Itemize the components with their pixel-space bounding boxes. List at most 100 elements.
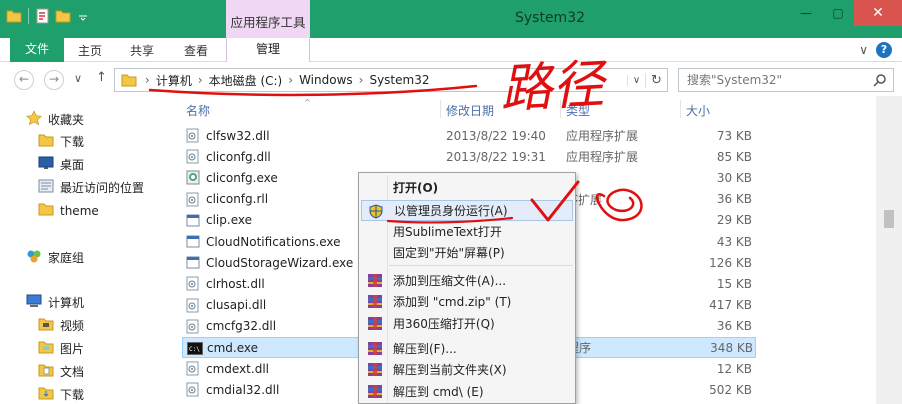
- context-menu: 打开(O) 以管理员身份运行(A) 用SublimeText打开 固定到"开始"屏幕(…: [358, 172, 576, 404]
- exe-file-icon: [186, 213, 200, 228]
- file-size: 15 KB: [716, 276, 752, 291]
- menu-item-label: 用360压缩打开(Q): [393, 317, 495, 331]
- sidebar-item-documents[interactable]: 文档: [38, 363, 84, 380]
- dll-file-icon: [186, 298, 200, 313]
- close-button[interactable]: ✕: [854, 0, 902, 26]
- sidebar-item-label: 下载: [60, 135, 85, 149]
- winrar-icon: [367, 384, 383, 399]
- ctx-extract-here[interactable]: 解压到当前文件夹(X): [361, 359, 573, 380]
- ctx-add-to-cmd-zip[interactable]: 添加到 "cmd.zip" (T): [361, 291, 573, 312]
- column-header-name[interactable]: 名称: [186, 102, 210, 119]
- vertical-scrollbar[interactable]: [876, 96, 902, 404]
- sidebar-item-favorites[interactable]: 收藏夹: [26, 110, 84, 129]
- tab-manage[interactable]: 管理: [226, 38, 310, 62]
- column-header-date[interactable]: 修改日期: [446, 102, 494, 119]
- breadcrumb-separator[interactable]: ›: [145, 73, 150, 87]
- sidebar-item-label: 家庭组: [48, 251, 85, 265]
- sidebar-item-videos[interactable]: 视频: [38, 317, 84, 334]
- file-row[interactable]: clfsw32.dll 2013/8/22 19:40 应用程序扩展 73 KB: [182, 125, 756, 146]
- file-name: clfsw32.dll: [206, 128, 270, 143]
- address-dropdown-button[interactable]: ∨: [627, 74, 645, 86]
- maximize-button[interactable]: ▢: [822, 0, 854, 26]
- sidebar-item-computer[interactable]: 计算机: [26, 294, 84, 311]
- sidebar-item-downloads[interactable]: 下载: [38, 133, 84, 150]
- refresh-button[interactable]: ↻: [645, 72, 667, 88]
- sidebar-item-desktop[interactable]: 桌面: [38, 156, 84, 173]
- ctx-add-to-archive[interactable]: 添加到压缩文件(A)...: [361, 270, 573, 291]
- chevron-down-icon[interactable]: [75, 8, 91, 24]
- breadcrumb-separator[interactable]: ›: [288, 73, 293, 87]
- file-name: cmd.exe: [207, 340, 259, 355]
- tab-view[interactable]: 查看: [184, 42, 208, 59]
- help-icon[interactable]: ?: [876, 42, 892, 58]
- properties-icon[interactable]: [35, 8, 51, 24]
- breadcrumb-separator[interactable]: ›: [359, 73, 364, 87]
- tab-share[interactable]: 共享: [130, 42, 154, 59]
- search-input[interactable]: 搜索"System32": [678, 68, 894, 92]
- recent-locations-button[interactable]: ∨: [74, 72, 82, 85]
- column-header-type[interactable]: 类型: [566, 102, 590, 119]
- winrar-icon: [367, 362, 383, 377]
- ctx-extract-to-cmd[interactable]: 解压到 cmd\ (E): [361, 381, 573, 402]
- new-folder-icon[interactable]: [55, 8, 71, 24]
- file-type: 应用程序扩展: [566, 150, 639, 165]
- column-header-size[interactable]: 大小: [686, 102, 710, 119]
- scrollbar-thumb[interactable]: [884, 210, 894, 228]
- dll-file-icon: [186, 149, 200, 164]
- sidebar-item-downloads-2[interactable]: 下载: [38, 386, 84, 403]
- sidebar-item-label: 最近访问的位置: [60, 181, 145, 195]
- column-divider[interactable]: [680, 100, 681, 118]
- folder-icon[interactable]: [6, 8, 22, 24]
- menu-item-label: 解压到(F)...: [393, 342, 457, 356]
- sidebar-item-recent[interactable]: 最近访问的位置: [38, 179, 144, 196]
- ribbon-tabs: 文件 主页 共享 查看 管理 ∨ ?: [0, 38, 902, 62]
- dll-file-icon: [186, 319, 200, 334]
- back-button[interactable]: ←: [14, 70, 34, 90]
- breadcrumb-computer[interactable]: 计算机: [156, 72, 192, 89]
- breadcrumb-local-disk[interactable]: 本地磁盘 (C:): [209, 72, 283, 89]
- ctx-extract-to[interactable]: 解压到(F)...: [361, 338, 573, 359]
- file-size: 36 KB: [716, 319, 752, 334]
- minimize-button[interactable]: —: [790, 0, 822, 26]
- column-divider[interactable]: [440, 100, 441, 118]
- address-bar[interactable]: › 计算机 › 本地磁盘 (C:) › Windows › System32 ∨…: [114, 68, 668, 92]
- file-size: 348 KB: [710, 340, 753, 355]
- sidebar-item-pictures[interactable]: 图片: [38, 340, 84, 357]
- menu-item-label: 以管理员身份运行(A): [394, 204, 508, 218]
- file-size: 36 KB: [716, 192, 752, 207]
- ctx-pin-to-start[interactable]: 固定到"开始"屏幕(P): [361, 242, 573, 263]
- tab-file[interactable]: 文件: [10, 38, 64, 62]
- search-icon[interactable]: [873, 72, 887, 94]
- sidebar-item-label: 图片: [60, 342, 85, 356]
- ctx-open-with-360zip[interactable]: 用360压缩打开(Q): [361, 313, 573, 334]
- file-row[interactable]: cliconfg.dll 2013/8/22 19:31 应用程序扩展 85 KB: [182, 146, 756, 167]
- winrar-icon: [367, 316, 383, 331]
- desktop-icon: [38, 156, 54, 173]
- dll-file-icon: [186, 382, 200, 397]
- column-divider[interactable]: [560, 100, 561, 118]
- sidebar-item-label: 下载: [60, 388, 85, 402]
- sidebar-item-label: 视频: [60, 319, 85, 333]
- folder-icon: [38, 317, 54, 334]
- file-name: cliconfg.exe: [206, 170, 278, 185]
- dll-file-icon: [186, 276, 200, 291]
- ctx-run-as-admin[interactable]: 以管理员身份运行(A): [361, 200, 573, 221]
- forward-button[interactable]: →: [44, 70, 64, 90]
- breadcrumb-system32[interactable]: System32: [369, 73, 429, 87]
- sidebar-item-label: 收藏夹: [48, 113, 85, 127]
- sidebar-item-homegroup[interactable]: 家庭组: [26, 248, 84, 267]
- sidebar-item-theme[interactable]: theme: [38, 202, 99, 219]
- exe-file-icon: [186, 234, 200, 249]
- file-name: CloudStorageWizard.exe: [206, 255, 354, 270]
- folder-icon: [38, 340, 54, 357]
- breadcrumb-separator[interactable]: ›: [198, 73, 203, 87]
- file-name: cliconfg.dll: [206, 149, 271, 164]
- file-size: 417 KB: [709, 298, 752, 313]
- breadcrumb-windows[interactable]: Windows: [299, 73, 353, 87]
- ctx-open[interactable]: 打开(O): [361, 177, 573, 198]
- expand-ribbon-icon[interactable]: ∨: [859, 43, 868, 57]
- tab-home[interactable]: 主页: [78, 42, 102, 59]
- ctx-open-with-sublime[interactable]: 用SublimeText打开: [361, 221, 573, 242]
- up-button[interactable]: ↑: [96, 70, 107, 85]
- winrar-icon: [367, 341, 383, 356]
